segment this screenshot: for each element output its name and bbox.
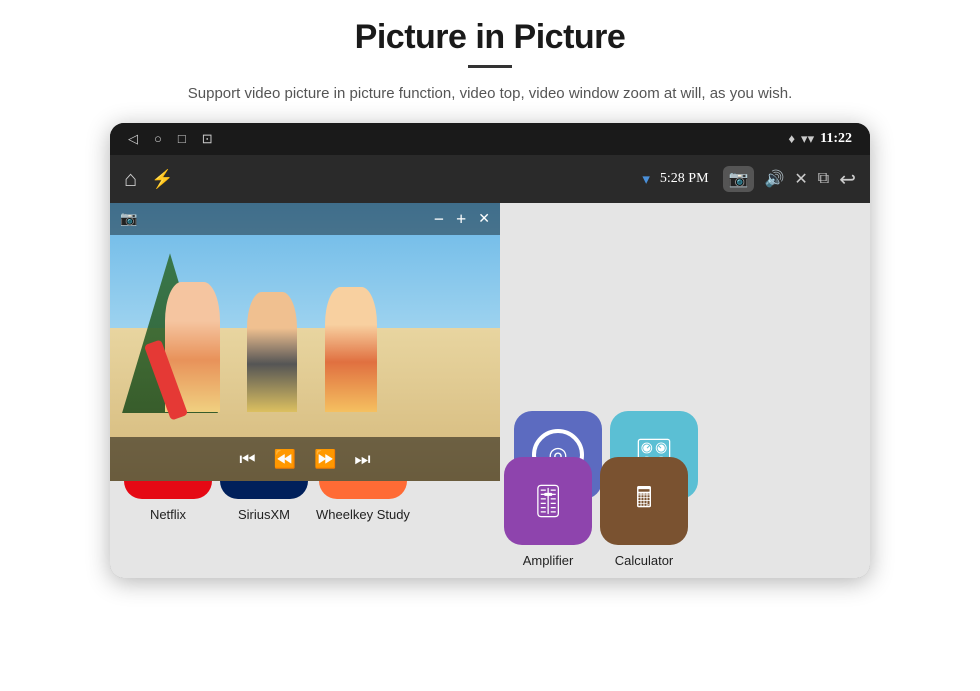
pip-controls-right: − + ✕	[434, 209, 490, 230]
app-toolbar: ⌂ ⚡ ▾ 5:28 PM 📷 🔊 ✕ ⧉ ↩	[110, 155, 870, 203]
location-icon: ♦	[788, 131, 795, 147]
recents-nav-icon[interactable]: □	[178, 131, 186, 147]
calculator-symbol: 🖩	[636, 477, 653, 525]
calculator-app[interactable]: 🖩 Calculator	[596, 447, 692, 578]
pip-minus-btn[interactable]: −	[434, 209, 444, 230]
status-bar: ◁ ○ □ ⊡ ♦ ▾▾ 11:22	[110, 123, 870, 155]
home-icon[interactable]: ⌂	[124, 166, 137, 192]
pip-video[interactable]: 📷 − + ✕ ⏮ ⏪ ⏩ ⏭	[110, 203, 500, 481]
calculator-label: Calculator	[615, 553, 674, 568]
amplifier-app[interactable]: 🎚 Amplifier	[500, 447, 596, 578]
device-frame: ◁ ○ □ ⊡ ♦ ▾▾ 11:22 ⌂ ⚡ ▾ 5:28 PM 📷 🔊	[110, 123, 870, 578]
pip-plus-btn[interactable]: +	[456, 209, 466, 230]
calculator-icon-box: 🖩	[600, 457, 688, 545]
amplifier-symbol: 🎚	[528, 482, 569, 520]
next-btn[interactable]: ⏩	[314, 449, 336, 470]
pip-icon[interactable]: ⧉	[818, 170, 829, 188]
person-2	[247, 292, 297, 412]
second-bottom-row: 🎚 Amplifier 🖩 Calculator	[500, 447, 692, 578]
page-container: Picture in Picture Support video picture…	[0, 0, 980, 691]
prev-btn[interactable]: ⏪	[274, 449, 296, 470]
pip-bottom-controls: ⏮ ⏪ ⏩ ⏭	[110, 437, 500, 481]
wifi-status-icon: ▾	[642, 170, 650, 189]
netflix-label: Netflix	[150, 507, 186, 522]
title-divider	[468, 65, 512, 68]
pip-camera-icon: 📷	[120, 211, 137, 228]
toolbar-time: 5:28 PM	[660, 171, 709, 187]
signal-icon: ▾▾	[801, 131, 814, 147]
amplifier-icon-box: 🎚	[504, 457, 592, 545]
toolbar-right: ▾ 5:28 PM 📷 🔊 ✕ ⧉ ↩	[642, 166, 856, 192]
pip-top-bar: 📷 − + ✕	[110, 203, 500, 235]
page-title: Picture in Picture	[355, 18, 626, 57]
amplifier-label: Amplifier	[523, 553, 574, 568]
volume-icon[interactable]: 🔊	[764, 169, 784, 189]
close-btn[interactable]: ✕	[794, 169, 807, 189]
camera-badge[interactable]: 📷	[723, 166, 755, 192]
toolbar-back-icon[interactable]: ↩	[839, 167, 856, 192]
back-nav-icon[interactable]: ◁	[128, 131, 138, 147]
bookmark-icon: ⊡	[202, 131, 213, 147]
rewind-btn[interactable]: ⏮	[239, 449, 255, 470]
status-time: 11:22	[820, 131, 852, 147]
forward-btn[interactable]: ⏭	[354, 449, 370, 470]
home-nav-icon[interactable]: ○	[154, 131, 162, 147]
siriusxm-label: SiriusXM	[238, 507, 290, 522]
main-area: N Netflix SXM SiriusXM 🔑	[110, 203, 870, 578]
status-bar-right: ♦ ▾▾ 11:22	[788, 131, 852, 147]
toolbar-left: ⌂ ⚡	[124, 166, 174, 192]
usb-icon: ⚡	[151, 169, 173, 190]
page-subtitle: Support video picture in picture functio…	[188, 82, 792, 105]
status-bar-left: ◁ ○ □ ⊡	[128, 131, 213, 147]
pip-close-btn[interactable]: ✕	[478, 211, 490, 228]
wheelkey-label: Wheelkey Study	[316, 507, 410, 522]
person-3	[325, 287, 377, 412]
